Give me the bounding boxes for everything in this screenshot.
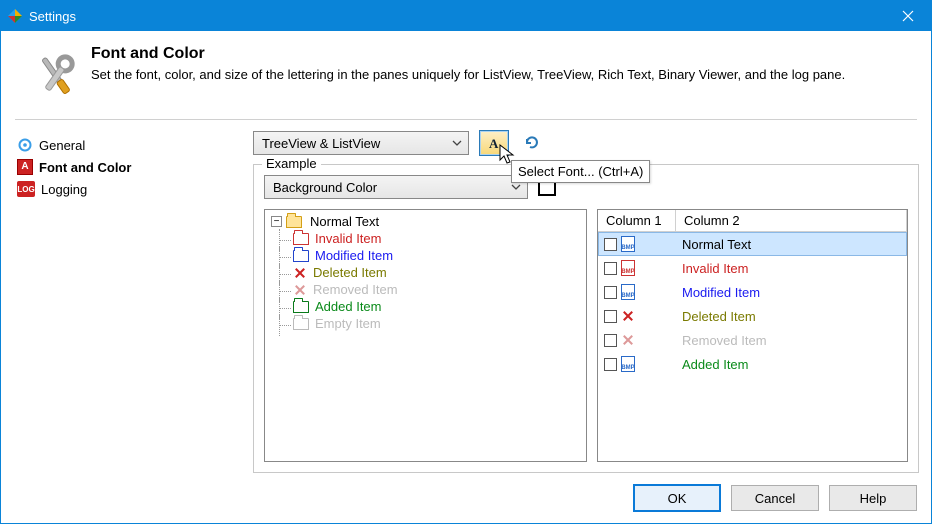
page-subtitle: Set the font, color, and size of the let… (91, 67, 845, 82)
cancel-button[interactable]: Cancel (731, 485, 819, 511)
font-icon: A (17, 159, 33, 175)
table-cell-label: Invalid Item (676, 261, 907, 276)
font-dialog-icon: A (486, 135, 502, 151)
header-panel: Font and Color Set the font, color, and … (1, 31, 931, 119)
tree-item-label: Empty Item (315, 316, 381, 331)
example-table[interactable]: Column 1 Column 2 BMP Normal Text BMP Inval… (597, 209, 908, 462)
checkbox[interactable] (604, 286, 617, 299)
table-row[interactable]: BMP Invalid Item (598, 256, 907, 280)
sidebar-item-font-and-color[interactable]: A Font and Color (13, 156, 247, 178)
titlebar: Settings (1, 1, 931, 31)
table-body: BMP Normal Text BMP Invalid Item BMP Modified… (598, 232, 907, 461)
tree-item-label: Deleted Item (313, 265, 387, 280)
column-header-2[interactable]: Column 2 (676, 210, 907, 231)
tree-item[interactable]: Added Item (271, 299, 580, 314)
table-header: Column 1 Column 2 (598, 210, 907, 232)
view-selector-value: TreeView & ListView (262, 136, 380, 151)
table-cell-label: Added Item (676, 357, 907, 372)
background-color-combo[interactable]: Background Color (264, 175, 528, 199)
sidebar-item-label: General (39, 138, 85, 153)
document-icon: BMP (621, 236, 635, 252)
header-text: Font and Color Set the font, color, and … (91, 45, 845, 82)
tree-root[interactable]: − Normal Text (271, 214, 580, 229)
document-icon: BMP (621, 260, 635, 276)
page-title: Font and Color (91, 45, 845, 63)
main-area: TreeView & ListView A (253, 130, 919, 473)
tree-item[interactable]: Empty Item (271, 316, 580, 331)
sidebar-item-general[interactable]: General (13, 134, 247, 156)
folder-icon (293, 318, 309, 330)
tree-item-label: Modified Item (315, 248, 393, 263)
checkbox[interactable] (604, 334, 617, 347)
app-icon (7, 8, 23, 24)
help-label: Help (860, 491, 887, 506)
document-icon: BMP (621, 284, 635, 300)
table-row[interactable]: Removed Item (598, 328, 907, 352)
tree-item-label: Removed Item (313, 282, 398, 297)
x-icon (293, 266, 307, 280)
folder-icon (293, 233, 309, 245)
ok-label: OK (668, 491, 687, 506)
checkbox[interactable] (604, 262, 617, 275)
sidebar-item-logging[interactable]: LOG Logging (13, 178, 247, 200)
folder-icon (293, 250, 309, 262)
table-row[interactable]: Deleted Item (598, 304, 907, 328)
tree-item[interactable]: Invalid Item (271, 231, 580, 246)
tree-item-label: Added Item (315, 299, 382, 314)
example-group: Example Background Color − Normal T (253, 164, 919, 473)
table-cell-label: Deleted Item (676, 309, 907, 324)
collapse-icon[interactable]: − (271, 216, 282, 227)
checkbox[interactable] (604, 358, 617, 371)
x-icon (621, 308, 635, 324)
folder-icon (293, 301, 309, 313)
table-cell-label: Removed Item (676, 333, 907, 348)
column-header-1[interactable]: Column 1 (598, 210, 676, 231)
window-title: Settings (29, 9, 76, 24)
folder-icon (286, 216, 302, 228)
settings-window: Settings Font and Color Set the font, co… (0, 0, 932, 524)
background-color-value: Background Color (273, 180, 377, 195)
document-icon: BMP (621, 356, 635, 372)
sidebar-item-label: Font and Color (39, 160, 131, 175)
table-cell-label: Modified Item (676, 285, 907, 300)
tree-root-label: Normal Text (310, 214, 379, 229)
gear-icon (17, 137, 33, 153)
tree-item-label: Invalid Item (315, 231, 381, 246)
example-tree[interactable]: − Normal Text Invalid Item Modified Item D… (264, 209, 587, 462)
cancel-label: Cancel (755, 491, 795, 506)
select-font-button[interactable]: A (479, 130, 509, 156)
header-icon (21, 45, 91, 105)
ok-button[interactable]: OK (633, 484, 721, 512)
chevron-down-icon (452, 136, 462, 151)
select-font-tooltip: Select Font... (Ctrl+A) (511, 160, 650, 183)
sidebar-item-label: Logging (41, 182, 87, 197)
table-row[interactable]: BMP Added Item (598, 352, 907, 376)
checkbox[interactable] (604, 310, 617, 323)
tree-item[interactable]: Deleted Item (271, 265, 580, 280)
table-row[interactable]: BMP Normal Text (598, 232, 907, 256)
x-icon (293, 283, 307, 297)
example-legend: Example (262, 156, 321, 171)
undo-icon (522, 133, 542, 153)
button-bar: OK Cancel Help (1, 473, 931, 523)
checkbox[interactable] (604, 238, 617, 251)
close-icon (902, 10, 914, 22)
tree-item[interactable]: Removed Item (271, 282, 580, 297)
x-icon (621, 332, 635, 348)
tree-item[interactable]: Modified Item (271, 248, 580, 263)
log-icon: LOG (17, 181, 35, 197)
view-selector-combo[interactable]: TreeView & ListView (253, 131, 469, 155)
svg-text:A: A (489, 136, 499, 151)
help-button[interactable]: Help (829, 485, 917, 511)
reset-button[interactable] (519, 130, 545, 156)
close-button[interactable] (885, 1, 931, 31)
sidebar: General A Font and Color LOG Logging (13, 130, 253, 473)
table-cell-label: Normal Text (676, 237, 907, 252)
table-row[interactable]: BMP Modified Item (598, 280, 907, 304)
